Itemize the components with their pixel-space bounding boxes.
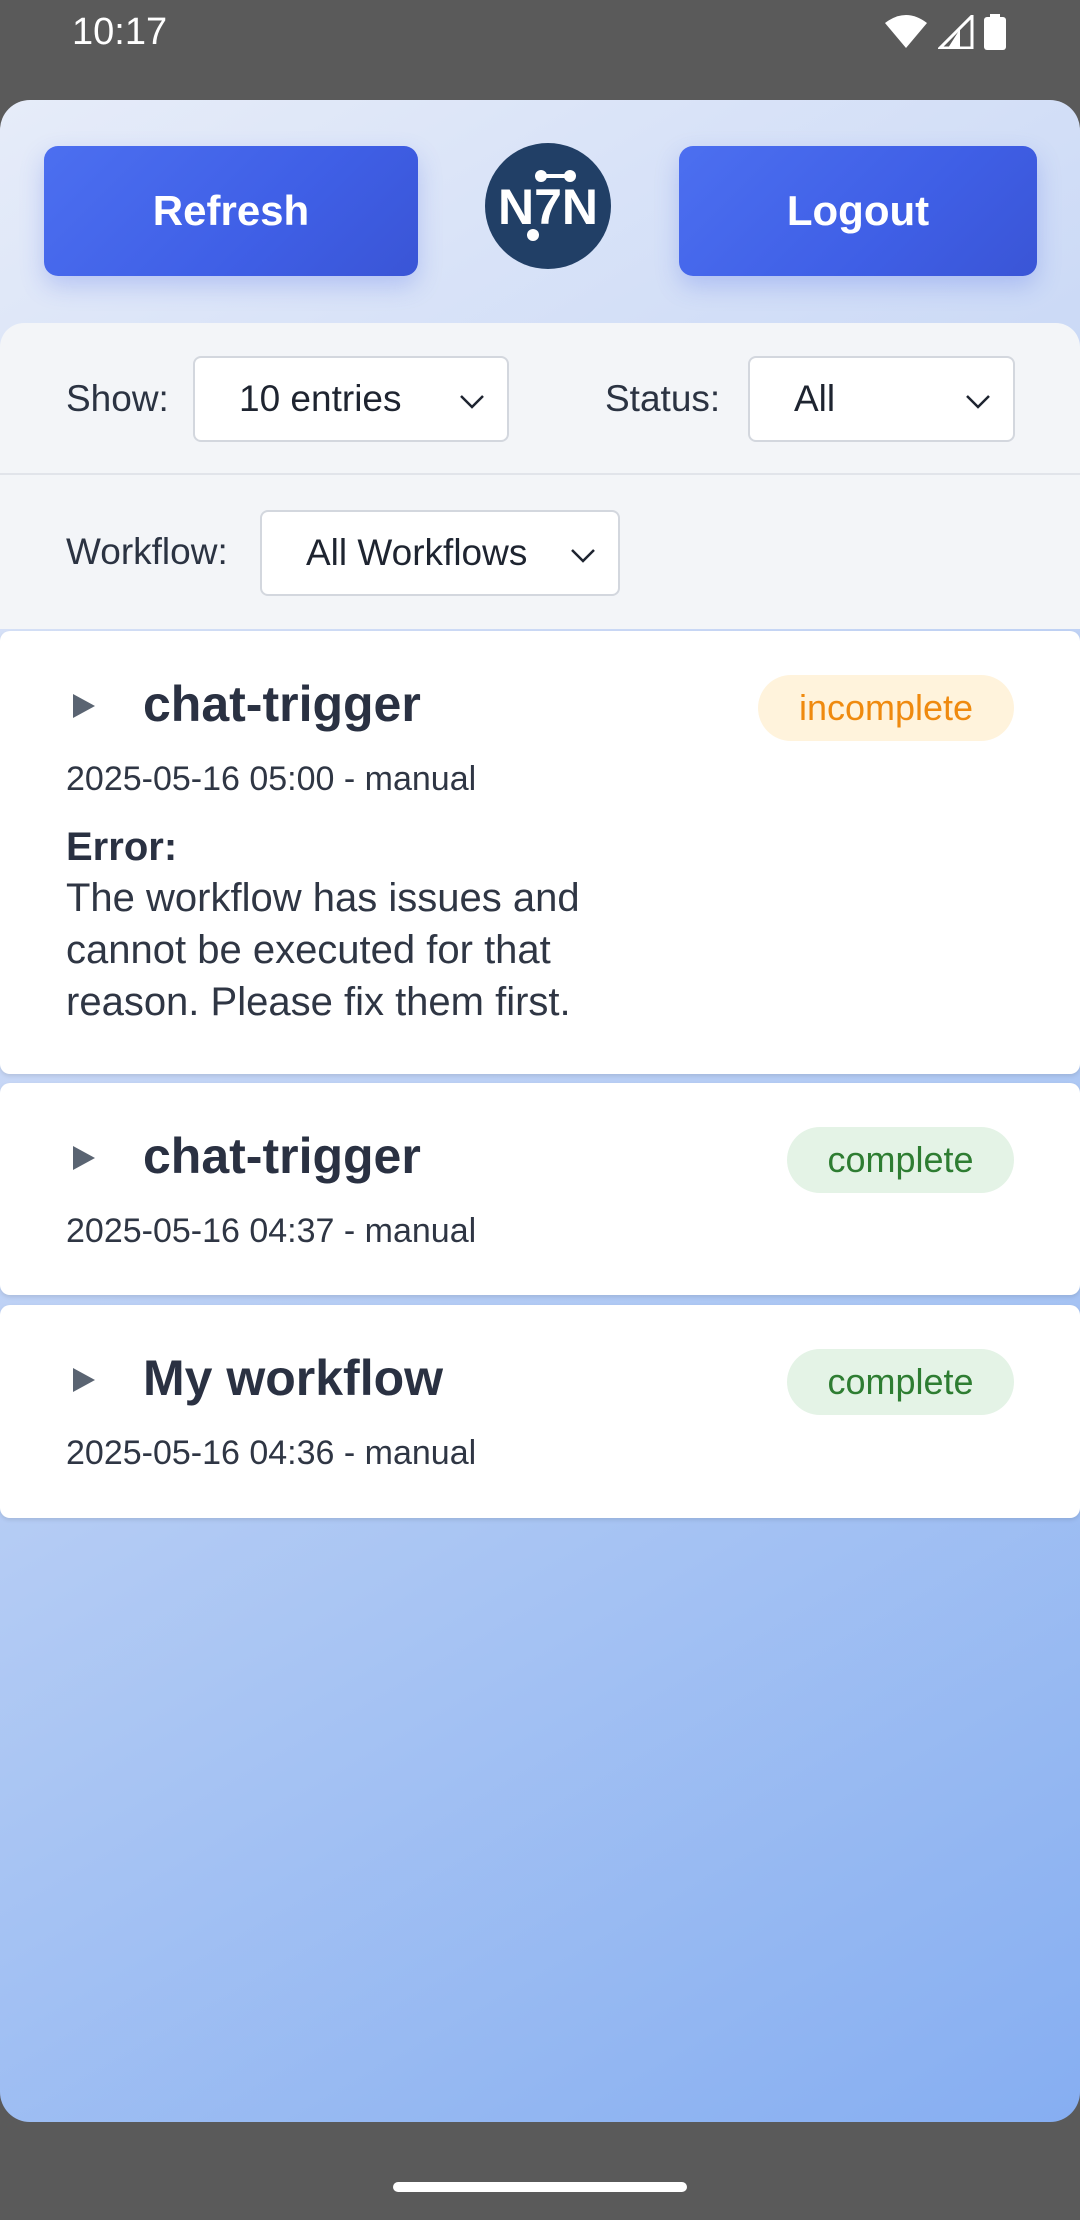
execution-meta: 2025-05-16 04:37 - manual <box>66 1212 477 1250</box>
workflow-label: Workflow: <box>66 531 228 572</box>
status-select-value: All <box>794 378 836 419</box>
expand-triangle-icon[interactable] <box>73 1368 95 1392</box>
workflow-select[interactable]: All Workflows <box>260 510 620 596</box>
filter-panel: Show: 10 entries Status: All Workflow: A… <box>0 323 1080 629</box>
error-message: The workflow has issues and cannot be ex… <box>66 876 580 1024</box>
n8n-logo-mark: N7N <box>498 170 598 241</box>
chevron-down-icon <box>460 395 484 409</box>
execution-title: My workflow <box>143 1350 444 1406</box>
execution-title: chat-trigger <box>143 676 421 732</box>
execution-card[interactable]: chat-trigger incomplete 2025-05-16 05:00… <box>0 631 1080 1074</box>
status-icons <box>884 14 1006 50</box>
filter-row-workflow: Workflow: All Workflows <box>0 477 1080 629</box>
execution-card[interactable]: My workflow complete 2025-05-16 04:36 - … <box>0 1305 1080 1518</box>
wifi-icon <box>885 15 927 48</box>
workflow-select-value: All Workflows <box>306 532 528 573</box>
expand-triangle-icon[interactable] <box>73 1146 95 1170</box>
refresh-button[interactable]: Refresh <box>44 146 418 276</box>
error-label: Error: <box>66 825 178 869</box>
signal-icon <box>938 15 974 49</box>
show-label: Show: <box>66 378 169 419</box>
show-entries-value: 10 entries <box>239 378 402 419</box>
home-indicator[interactable] <box>393 2182 687 2192</box>
status-select[interactable]: All <box>748 356 1015 442</box>
app-surface: Refresh N7N Logout Show: 10 entries Stat… <box>0 100 1080 2122</box>
status-badge: complete <box>787 1127 1014 1193</box>
status-bar: 10:17 <box>0 0 1080 100</box>
execution-card[interactable]: chat-trigger complete 2025-05-16 04:37 -… <box>0 1083 1080 1295</box>
status-badge: complete <box>787 1349 1014 1415</box>
chevron-down-icon <box>571 549 595 563</box>
execution-title: chat-trigger <box>143 1128 421 1184</box>
chevron-down-icon <box>966 395 990 409</box>
execution-meta: 2025-05-16 04:36 - manual <box>66 1434 477 1472</box>
show-entries-select[interactable]: 10 entries <box>193 356 509 442</box>
logo-text: N7N <box>498 179 598 235</box>
n8n-logo: N7N <box>485 143 611 269</box>
status-time: 10:17 <box>72 11 168 53</box>
expand-triangle-icon[interactable] <box>73 694 95 718</box>
execution-meta: 2025-05-16 05:00 - manual <box>66 760 477 798</box>
header: Refresh N7N Logout <box>0 100 1080 323</box>
logout-button[interactable]: Logout <box>679 146 1037 276</box>
filter-row-entries-status: Show: 10 entries Status: All <box>0 323 1080 475</box>
battery-icon <box>984 14 1006 50</box>
status-label: Status: <box>605 378 721 419</box>
status-badge: incomplete <box>758 675 1014 741</box>
